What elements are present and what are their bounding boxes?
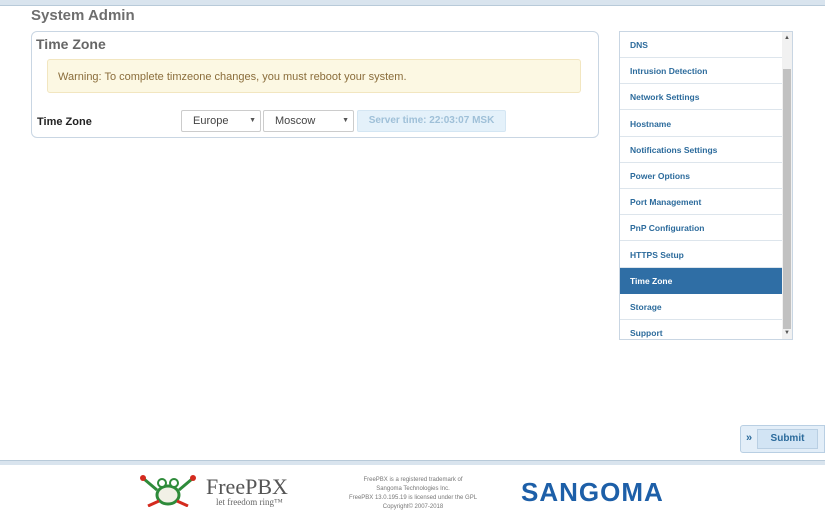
submit-bar: » Submit: [740, 425, 825, 453]
city-select[interactable]: Moscow ▼: [263, 110, 354, 132]
sidebar-nav: DNS Intrusion Detection Network Settings Ho…: [619, 31, 793, 340]
freepbx-tagline: let freedom ring™: [216, 497, 283, 507]
reboot-warning: Warning: To complete timzeone changes, y…: [47, 59, 581, 93]
chevron-right-icon[interactable]: »: [746, 432, 752, 444]
scrollbar[interactable]: ▲ ▼: [782, 32, 792, 339]
sidebar-item-hostname[interactable]: Hostname: [620, 111, 783, 137]
sidebar-item-power-options[interactable]: Power Options: [620, 163, 783, 189]
sangoma-logo: SANGOMA: [521, 477, 664, 507]
legal-line: FreePBX is a registered trademark of: [363, 477, 463, 483]
legal-line: Sangoma Technologies Inc.: [376, 486, 450, 492]
panel-title: Time Zone: [36, 36, 106, 52]
page-title: System Admin: [31, 7, 135, 24]
sidebar-item-network-settings[interactable]: Network Settings: [620, 84, 783, 111]
sidebar-item-notifications-settings[interactable]: Notifications Settings: [620, 137, 783, 163]
scroll-up-icon[interactable]: ▲: [783, 34, 791, 42]
sidebar-item-pnp-configuration[interactable]: PnP Configuration: [620, 215, 783, 242]
submit-button[interactable]: Submit: [757, 429, 818, 449]
sidebar-item-dns[interactable]: DNS: [620, 32, 783, 58]
sidebar-item-https-setup[interactable]: HTTPS Setup: [620, 242, 783, 268]
footer-legal: FreePBX is a registered trademark of San…: [330, 476, 496, 512]
sidebar-item-support[interactable]: Support: [620, 320, 783, 339]
dropdown-arrow-icon: ▼: [342, 117, 349, 124]
scroll-down-icon[interactable]: ▼: [783, 329, 791, 337]
timezone-panel: Time Zone Warning: To complete timzeone …: [31, 31, 599, 138]
legal-line: FreePBX 13.0.195.19 is licensed under th…: [348, 495, 478, 501]
legal-line: Copyright© 2007-2018: [382, 504, 444, 510]
scrollbar-thumb[interactable]: [783, 69, 791, 329]
footer-divider: [0, 460, 825, 465]
server-time-display: Server time: 22:03:07 MSK: [357, 110, 506, 132]
sidebar-item-port-management[interactable]: Port Management: [620, 189, 783, 216]
timezone-label: Time Zone: [37, 116, 92, 128]
region-select[interactable]: Europe ▼: [181, 110, 261, 132]
dropdown-arrow-icon: ▼: [249, 117, 256, 124]
sidebar-item-storage[interactable]: Storage: [620, 294, 783, 320]
top-bar: [0, 0, 825, 6]
region-select-value: Europe: [193, 115, 229, 127]
sidebar-item-intrusion-detection[interactable]: Intrusion Detection: [620, 58, 783, 85]
freepbx-frog-logo-icon: [140, 475, 196, 507]
city-select-value: Moscow: [275, 115, 316, 127]
sidebar-item-time-zone[interactable]: Time Zone: [620, 267, 783, 294]
